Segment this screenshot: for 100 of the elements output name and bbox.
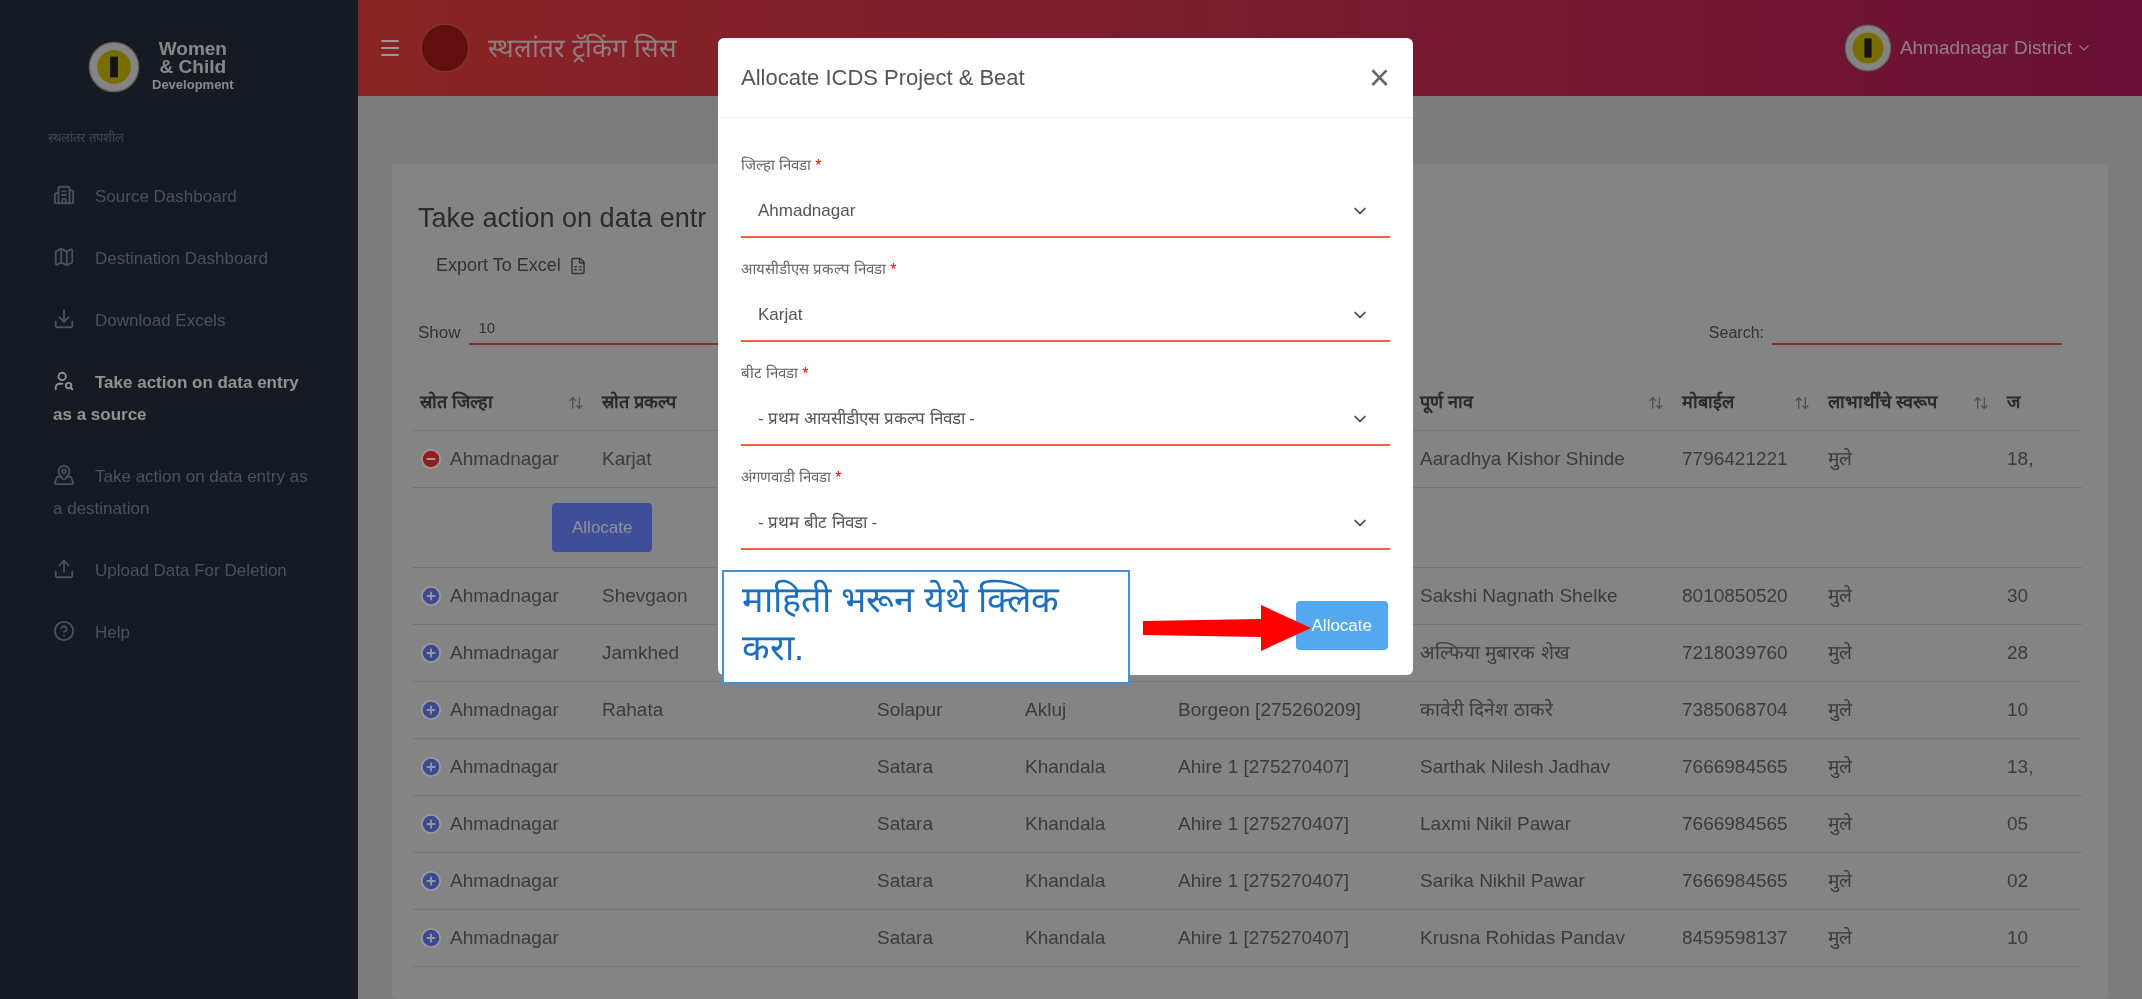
table-cell-text: Shevgaon	[602, 583, 688, 608]
table-cell-text: मुले	[1828, 446, 1852, 472]
select-field[interactable]: Ahmadnagar	[741, 186, 1390, 238]
select-field[interactable]: - प्रथम आयसीडीएस प्रकल्प निवडा -	[741, 394, 1390, 446]
logo-text: Women	[158, 40, 227, 58]
table-cell-text: 7666984565	[1682, 811, 1788, 836]
select-field[interactable]: - प्रथम बीट निवडा -	[741, 498, 1390, 550]
table-cell-text: मुले	[1828, 583, 1852, 609]
table-cell-text: 13,	[2007, 754, 2034, 779]
select-field[interactable]: Karjat	[741, 290, 1390, 342]
column-header[interactable]: पूर्ण नाव	[1420, 389, 1473, 416]
table-cell-text: Karjat	[602, 446, 652, 471]
collapse-icon[interactable]	[420, 448, 442, 470]
expand-icon[interactable]	[420, 813, 442, 835]
expand-icon[interactable]	[420, 756, 442, 778]
sidebar-item[interactable]: Upload Data For Deletion	[0, 541, 358, 600]
table-cell-text: Ahire 1 [275270407]	[1178, 811, 1350, 836]
table-cell-text: मुले	[1828, 640, 1852, 666]
column-header[interactable]: ज	[2007, 389, 2020, 416]
sort-icon[interactable]	[1794, 394, 1810, 411]
required-mark: *	[890, 260, 897, 280]
table-cell-text: Jamkhed	[602, 640, 680, 665]
emblem-avatar-icon	[1843, 24, 1892, 72]
expand-icon[interactable]	[420, 642, 442, 664]
table-cell-text: 7218039760	[1682, 640, 1788, 665]
expand-icon[interactable]	[420, 870, 442, 892]
upload-icon	[53, 557, 75, 580]
map-logo-icon	[420, 23, 470, 73]
card-title: Take action on data entr	[418, 202, 707, 235]
table-cell-text: 7385068704	[1682, 697, 1788, 722]
user-menu[interactable]: Ahmadnagar District	[1899, 33, 2092, 63]
sidebar-item[interactable]: Take action on data entry as a source	[0, 353, 358, 444]
table-cell-text: Aaradhya Kishor Shinde	[1420, 446, 1625, 471]
expand-icon[interactable]	[420, 585, 442, 607]
allocate-button[interactable]: Allocate	[1295, 600, 1388, 650]
field-label: जिल्हा निवडा	[741, 155, 812, 175]
table-cell-text: Ahmadnagar	[450, 754, 559, 779]
sort-icon[interactable]	[1973, 394, 1989, 411]
table-cell-text: Akluj	[1025, 697, 1067, 722]
table-cell-text: Ahmadnagar	[450, 811, 559, 836]
table-cell-text: Khandala	[1025, 811, 1106, 836]
table-cell-text: मुले	[1828, 811, 1852, 837]
column-header[interactable]: मोबाईल	[1682, 389, 1734, 416]
table-cell-text: Krusna Rohidas Pandav	[1420, 925, 1625, 950]
table-cell-text: मुले	[1828, 868, 1852, 894]
expand-icon[interactable]	[420, 699, 442, 721]
table-cell-text: Ahmadnagar	[450, 446, 559, 471]
callout-text: माहिती भरून येथे क्लिक करा.	[742, 579, 1059, 668]
table-cell-text: कावेरी दिनेश ठाकरे	[1420, 697, 1553, 722]
column-header[interactable]: स्रोत जिल्हा	[420, 389, 493, 416]
table-cell-text: 05	[2007, 811, 2029, 836]
table-cell-text: Rahata	[602, 697, 664, 722]
table-cell-text: Khandala	[1025, 925, 1106, 950]
logo-text: Development	[152, 76, 234, 94]
table-cell-text: Sarthak Nilesh Jadhav	[1420, 754, 1611, 779]
table-cell-text: Sarika Nikhil Pawar	[1420, 868, 1585, 893]
table-cell-text: 8010850520	[1682, 583, 1788, 608]
field-label: आयसीडीएस प्रकल्प निवडा	[741, 259, 887, 279]
sidebar-item[interactable]: Take action on data entry as a destination	[0, 447, 358, 538]
column-header[interactable]: स्रोत प्रकल्प	[602, 389, 676, 416]
sidebar-item[interactable]: Download Excels	[0, 291, 358, 350]
table-cell-text: Sakshi Nagnath Shelke	[1420, 583, 1618, 608]
table-cell-text: 8459598137	[1682, 925, 1788, 950]
table-cell-text: Laxmi Nikil Pawar	[1420, 811, 1571, 836]
search-label: Search:	[1708, 323, 1764, 343]
sidebar-item[interactable]: Help	[0, 603, 358, 662]
logo-text: & Child	[159, 58, 227, 76]
table-cell-text: Ahire 1 [275270407]	[1178, 868, 1350, 893]
field-label: अंगणवाडी निवडा	[741, 467, 832, 487]
table-cell-text: 10	[2007, 697, 2029, 722]
dialog-title: Allocate ICDS Project & Beat	[741, 64, 1025, 92]
allocate-button[interactable]: Allocate	[552, 502, 653, 553]
export-button[interactable]: Export To Excel	[436, 252, 587, 279]
table-cell-text: मुले	[1828, 925, 1852, 951]
table-cell-text: Ahmadnagar	[450, 925, 559, 950]
table-cell-text: 7666984565	[1682, 868, 1788, 893]
table-cell-text: Satara	[877, 754, 933, 779]
table-cell-text: मुले	[1828, 697, 1852, 723]
column-header[interactable]: लाभार्थींचे स्वरूप	[1828, 389, 1937, 416]
table-cell-text: 7666984565	[1682, 754, 1788, 779]
table-cell-text: Ahmadnagar	[450, 583, 559, 608]
table-cell-text: Satara	[877, 811, 933, 836]
user-search-icon	[53, 369, 75, 392]
required-mark: *	[835, 468, 842, 488]
sidebar-item[interactable]: Source Dashboard	[0, 167, 358, 226]
sidebar-item[interactable]: Destination Dashboard	[0, 229, 358, 288]
map-icon	[53, 245, 75, 268]
show-label: Show	[418, 321, 461, 344]
table-cell-text: 10	[2007, 925, 2029, 950]
sort-icon[interactable]	[1648, 394, 1664, 411]
table-cell-text: Solapur	[877, 697, 943, 722]
expand-icon[interactable]	[420, 927, 442, 949]
table-cell-text: Ahmadnagar	[450, 697, 559, 722]
sort-icon[interactable]	[568, 394, 584, 411]
app-title: स्थलांतर ट्रॅकिंग सिस	[488, 31, 678, 65]
close-button[interactable]: ×	[1368, 59, 1390, 96]
building-icon	[53, 183, 75, 206]
table-cell-text: Ahire 1 [275270407]	[1178, 925, 1350, 950]
required-mark: *	[815, 156, 822, 176]
table-cell-text: Satara	[877, 868, 933, 893]
